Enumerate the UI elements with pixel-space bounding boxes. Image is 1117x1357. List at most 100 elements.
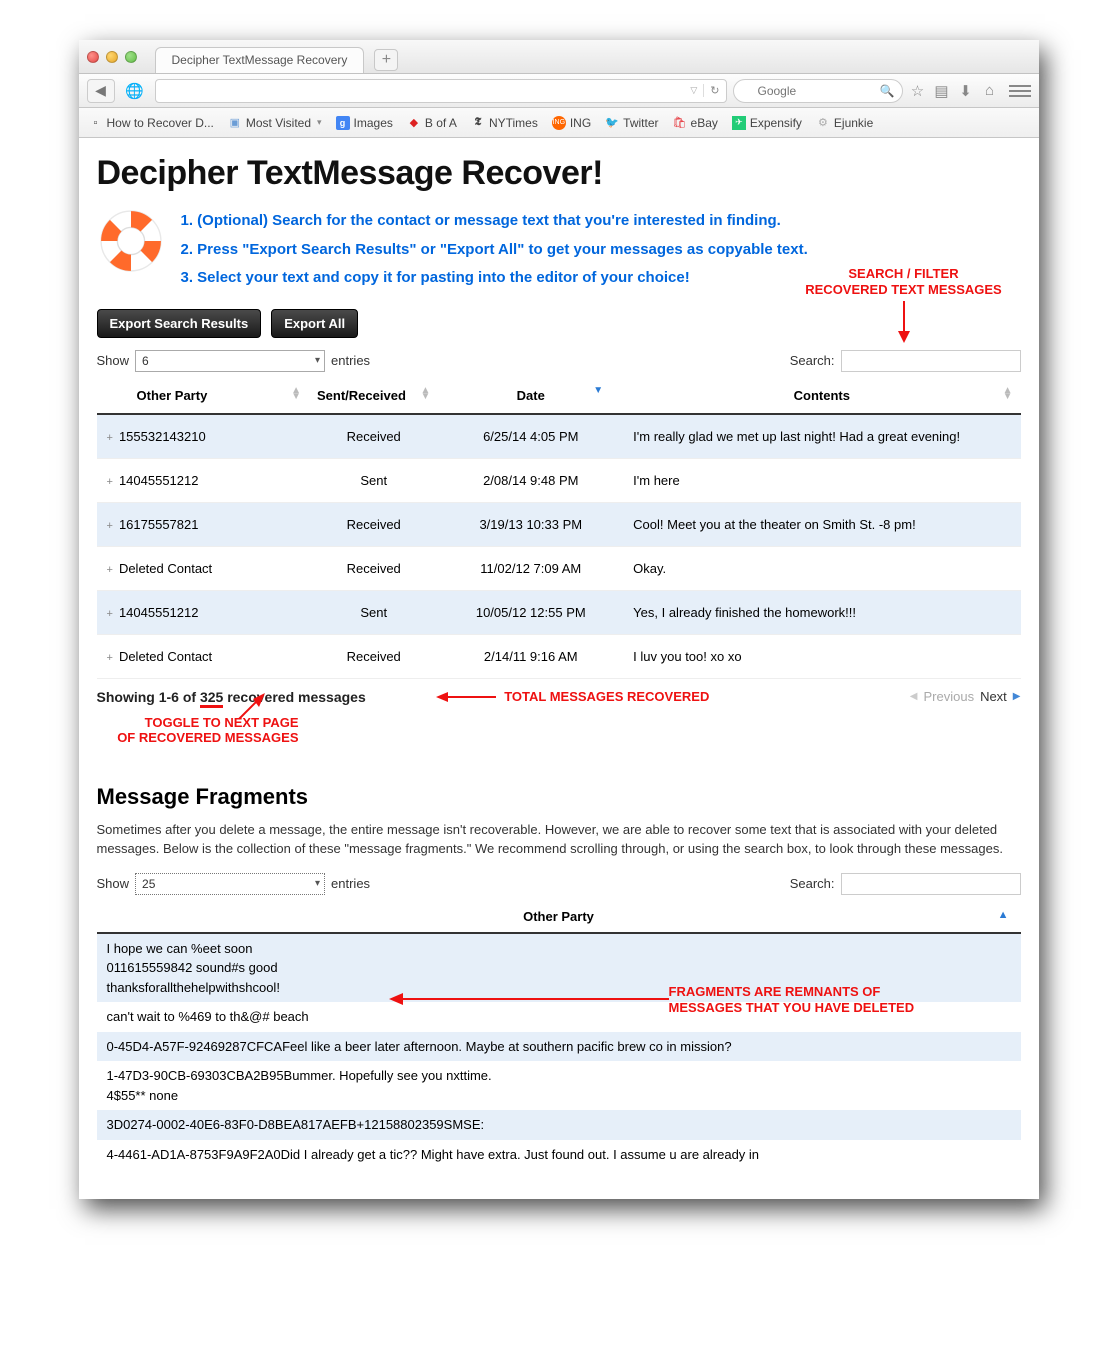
browser-search-input[interactable]: [733, 79, 903, 103]
fragments-heading: Message Fragments: [97, 784, 1021, 810]
cell-dir: Sent: [309, 458, 438, 502]
table-row: +Deleted ContactReceived2/14/11 9:16 AMI…: [97, 634, 1021, 678]
pagination: ◀ Previous Next ▶: [910, 689, 1021, 704]
cell-date: 10/05/12 12:55 PM: [438, 590, 623, 634]
table-row: 3D0274-0002-40E6-83F0-D8BEA817AEFB+12158…: [97, 1110, 1021, 1140]
table-row: 0-45D4-A57F-92469287CFCAFeel like a beer…: [97, 1032, 1021, 1062]
dropdown-icon: ▽: [690, 85, 697, 96]
table-row: +14045551212 Sent10/05/12 12:55 PMYes, I …: [97, 590, 1021, 634]
globe-icon[interactable]: 🌐: [121, 79, 149, 103]
reload-icon[interactable]: ↻: [703, 84, 719, 97]
cell-contents: Yes, I already finished the homework!!!: [623, 590, 1020, 634]
new-tab-button[interactable]: +: [374, 49, 398, 71]
cell-party: 16175557821: [119, 517, 199, 532]
expand-icon[interactable]: +: [107, 564, 113, 576]
next-button[interactable]: Next: [980, 689, 1007, 704]
nyt-icon: 𝕿: [471, 116, 485, 130]
expand-icon[interactable]: +: [107, 520, 113, 532]
bookmark-item[interactable]: ▣Most Visited▾: [228, 116, 322, 130]
arrow-left-icon: ◀: [95, 82, 106, 99]
cell-party: 155532143210: [119, 429, 206, 444]
annotation-search-filter: SEARCH / FILTER RECOVERED TEXT MESSAGES: [789, 266, 1019, 343]
bookmark-item[interactable]: ✈Expensify: [732, 116, 802, 130]
menu-icon[interactable]: [1009, 85, 1031, 97]
bookmark-item[interactable]: ▫How to Recover D...: [89, 116, 214, 130]
cell-dir: Sent: [309, 590, 438, 634]
col-fragment[interactable]: Other Party▲: [97, 901, 1021, 933]
twitter-icon: 🐦: [605, 116, 619, 130]
window-titlebar: Decipher TextMessage Recovery +: [79, 40, 1039, 74]
zoom-window-button[interactable]: [125, 51, 137, 63]
expand-icon[interactable]: +: [107, 432, 113, 444]
messages-search-input[interactable]: [841, 350, 1021, 372]
lifering-icon: [97, 207, 165, 275]
bookmark-item[interactable]: gImages: [336, 116, 393, 130]
sort-icon: ▼: [593, 388, 603, 394]
cell-party: Deleted Contact: [119, 649, 212, 664]
col-contents[interactable]: Contents▲▼: [623, 378, 1020, 414]
sort-icon: ▲▼: [291, 388, 301, 400]
fragments-table: Other Party▲ I hope we can %eet soon0116…: [97, 901, 1021, 1170]
fragments-search-input[interactable]: [841, 873, 1021, 895]
annotation-toggle-next: TOGGLE TO NEXT PAGE OF RECOVERED MESSAGE…: [79, 715, 299, 746]
cell-party: 14045551212: [119, 605, 199, 620]
browser-toolbar: ◀ 🌐 ▽ ↻ g 🔍 ☆ ▤ ⬇ ⌂: [79, 74, 1039, 108]
bookmark-item[interactable]: 𝕿NYTimes: [471, 116, 538, 130]
browser-tab[interactable]: Decipher TextMessage Recovery: [155, 47, 365, 73]
bookmark-item[interactable]: ⚙Ejunkie: [816, 116, 873, 130]
table-row: 4-4461-AD1A-8753F9A9F2A0Did I already ge…: [97, 1140, 1021, 1170]
fragment-cell: 0-45D4-A57F-92469287CFCAFeel like a beer…: [97, 1032, 1021, 1062]
export-search-results-button[interactable]: Export Search Results: [97, 309, 262, 338]
star-icon[interactable]: ☆: [909, 82, 927, 100]
back-button[interactable]: ◀: [87, 79, 115, 103]
download-icon[interactable]: ⬇: [957, 82, 975, 100]
bookmark-item[interactable]: ◆B of A: [407, 116, 457, 130]
sort-icon: ▲▼: [420, 388, 430, 400]
cell-date: 6/25/14 4:05 PM: [438, 414, 623, 459]
table-row: +14045551212Sent2/08/14 9:48 PMI'm here: [97, 458, 1021, 502]
cell-dir: Received: [309, 502, 438, 546]
col-sent-received[interactable]: Sent/Received▲▼: [309, 378, 438, 414]
google-icon: g: [336, 116, 350, 130]
cell-dir: Received: [309, 634, 438, 678]
bookmarks-bar: ▫How to Recover D... ▣Most Visited▾ gIma…: [79, 108, 1039, 138]
cell-contents: Okay.: [623, 546, 1020, 590]
next-icon: ▶: [1013, 691, 1021, 702]
show-label: Show: [97, 353, 130, 368]
cell-contents: I'm here: [623, 458, 1020, 502]
home-icon[interactable]: ⌂: [981, 82, 999, 100]
close-window-button[interactable]: [87, 51, 99, 63]
bookmark-item[interactable]: INGING: [552, 116, 591, 130]
minimize-window-button[interactable]: [106, 51, 118, 63]
show-entries-select[interactable]: 6: [135, 350, 325, 372]
cell-date: 11/02/12 7:09 AM: [438, 546, 623, 590]
fragments-show-select[interactable]: 25: [135, 873, 325, 895]
expensify-icon: ✈: [732, 116, 746, 130]
sort-asc-icon: ▲: [998, 909, 1009, 921]
reader-icon[interactable]: ▤: [933, 82, 951, 100]
bookmark-item[interactable]: 🛍eBay: [673, 116, 718, 130]
table-row: +155532143210 Received6/25/14 4:05 PMI'm …: [97, 414, 1021, 459]
fragment-cell: 4-4461-AD1A-8753F9A9F2A0Did I already ge…: [97, 1140, 1021, 1170]
annotation-total: TOTAL MESSAGES RECOVERED: [436, 689, 709, 705]
step-3: 3. Select your text and copy it for past…: [181, 264, 808, 293]
entries-label: entries: [331, 876, 370, 891]
expand-icon[interactable]: +: [107, 652, 113, 664]
previous-button[interactable]: Previous: [923, 689, 974, 704]
table-row: +16175557821Received3/19/13 10:33 PMCool…: [97, 502, 1021, 546]
instruction-steps: 1. (Optional) Search for the contact or …: [181, 207, 808, 293]
col-date[interactable]: Date▼: [438, 378, 623, 414]
cell-contents: Cool! Meet you at the theater on Smith S…: [623, 502, 1020, 546]
cell-contents: I'm really glad we met up last night! Ha…: [623, 414, 1020, 459]
cell-dir: Received: [309, 414, 438, 459]
ejunkie-icon: ⚙: [816, 116, 830, 130]
cell-date: 2/14/11 9:16 AM: [438, 634, 623, 678]
col-other-party[interactable]: Other Party▲▼: [97, 378, 310, 414]
cell-party: Deleted Contact: [119, 561, 212, 576]
expand-icon[interactable]: +: [107, 476, 113, 488]
page-icon: ▫: [89, 116, 103, 130]
bookmark-item[interactable]: 🐦Twitter: [605, 116, 658, 130]
expand-icon[interactable]: +: [107, 608, 113, 620]
export-all-button[interactable]: Export All: [271, 309, 358, 338]
url-bar[interactable]: ▽ ↻: [155, 79, 727, 103]
